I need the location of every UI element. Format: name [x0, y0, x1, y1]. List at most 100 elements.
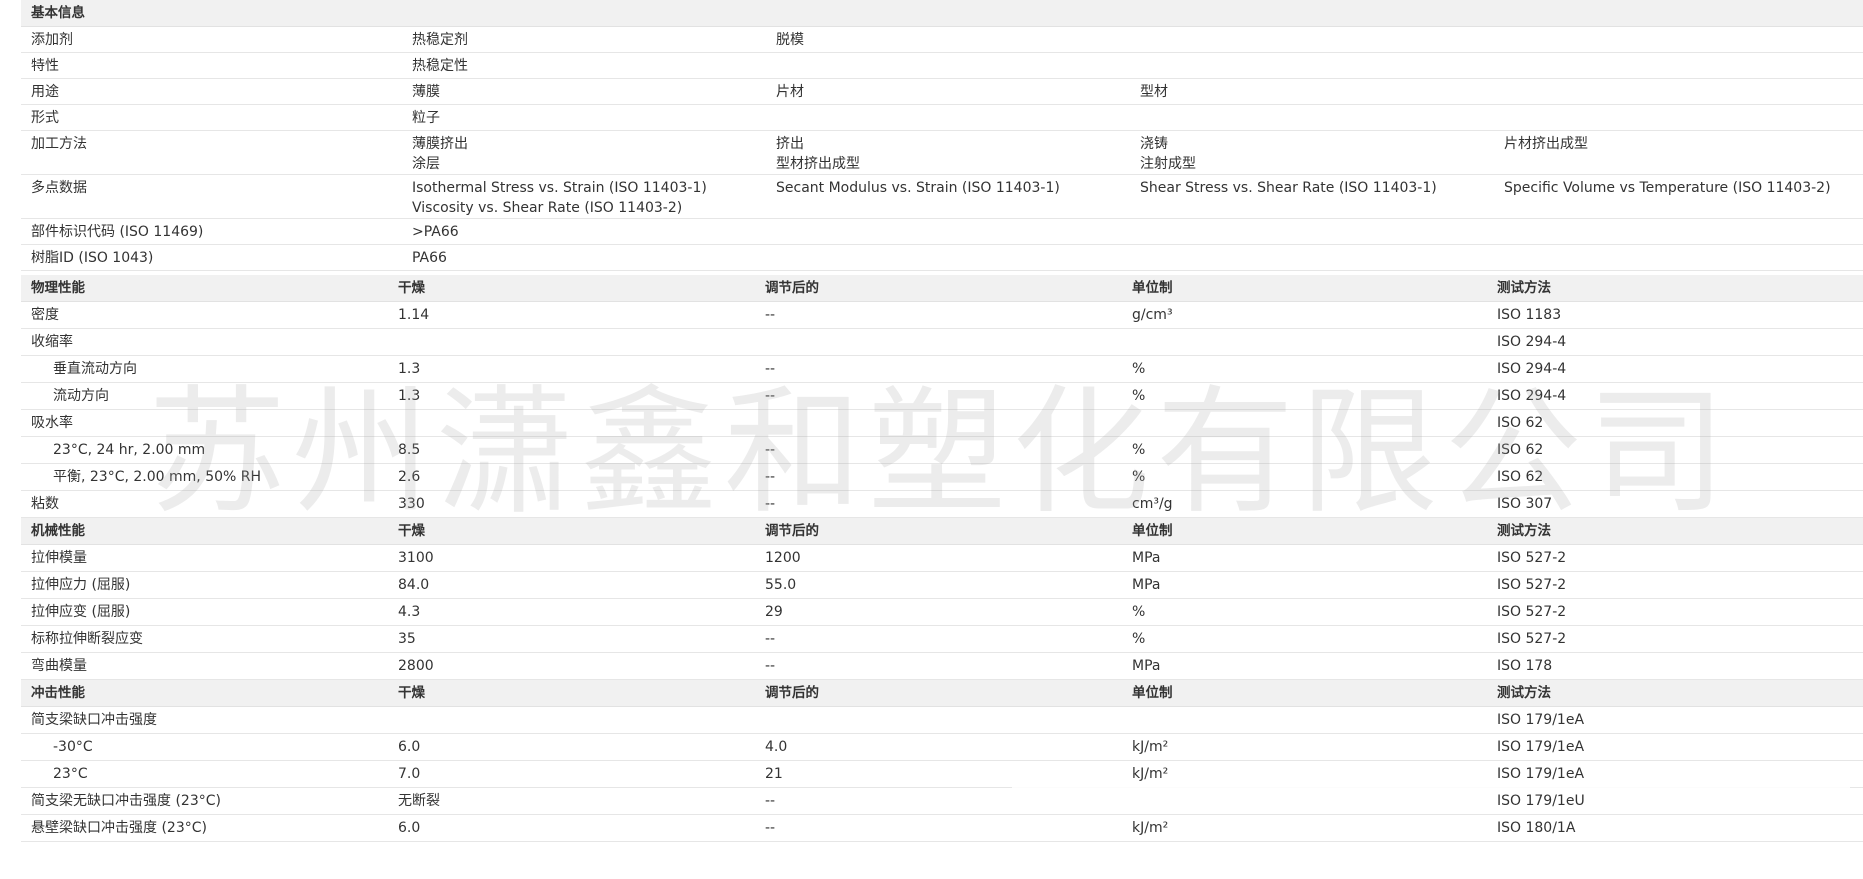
test-method: ISO 179/1eU	[1497, 793, 1585, 809]
mechanical-row: 弯曲模量 2800 -- MPa ISO 178	[21, 653, 1863, 680]
property-name: 流动方向	[53, 388, 109, 404]
dry-value: 8.5	[398, 442, 421, 458]
basic-info-value: 脱模	[766, 30, 1130, 50]
impact-unit-header: 单位制	[1132, 685, 1173, 701]
conditioned-value: --	[765, 793, 776, 809]
mechanical-method-header: 测试方法	[1497, 523, 1551, 539]
physical-row: 平衡, 23°C, 2.00 mm, 50% RH 2.6 --% ISO 62	[21, 464, 1863, 491]
test-method: ISO 527-2	[1497, 604, 1567, 620]
physical-dry-header: 干燥	[398, 280, 425, 296]
impact-section: 冲击性能 干燥 调节后的 单位制 测试方法 简支梁缺口冲击强度 ISO 179/1…	[21, 680, 1863, 842]
conditioned-value: --	[765, 361, 776, 377]
physical-row: 流动方向 1.3 --% ISO 294-4	[21, 383, 1863, 410]
physical-header: 物理性能 干燥 调节后的 单位制 测试方法	[21, 275, 1863, 302]
mechanical-title: 机械性能	[31, 523, 85, 539]
unit-value: %	[1132, 388, 1146, 404]
test-method: ISO 527-2	[1497, 631, 1567, 647]
unit-value: g/cm³	[1132, 307, 1173, 323]
conditioned-value: --	[765, 658, 776, 674]
test-method: ISO 294-4	[1497, 361, 1567, 377]
test-method: ISO 1183	[1497, 307, 1562, 323]
basic-info-label: 形式	[31, 110, 59, 126]
impact-header: 冲击性能 干燥 调节后的 单位制 测试方法	[21, 680, 1863, 707]
conditioned-value: --	[765, 631, 776, 647]
basic-info-value-line: 薄膜挤出	[412, 136, 468, 152]
basic-info-value-line: 脱模	[776, 32, 804, 48]
unit-value: kJ/m²	[1132, 820, 1169, 836]
basic-info-value: 薄膜挤出 涂层	[402, 134, 766, 174]
test-method: ISO 307	[1497, 496, 1553, 512]
basic-info-title: 基本信息	[31, 5, 85, 21]
dry-value: 84.0	[398, 577, 430, 593]
basic-info-row: 形式 粒子	[21, 105, 1863, 131]
basic-info-value-line: 浇铸	[1140, 136, 1168, 152]
dry-value: 2800	[398, 658, 434, 674]
basic-info-value-line: 型材	[1140, 84, 1168, 100]
basic-info-value: 热稳定剂	[402, 30, 766, 50]
basic-info-label: 树脂ID (ISO 1043)	[31, 250, 154, 266]
dry-value: 1.3	[398, 388, 421, 404]
mechanical-section: 机械性能 干燥 调节后的 单位制 测试方法 拉伸模量 3100 1200 MPa ISO…	[21, 518, 1863, 680]
dry-value: 4.3	[398, 604, 421, 620]
unit-value: kJ/m²	[1132, 766, 1169, 782]
basic-info-value: Shear Stress vs. Shear Rate (ISO 11403-1…	[1130, 178, 1494, 198]
mechanical-cond-header: 调节后的	[765, 523, 819, 539]
basic-info-value-line: >PA66	[412, 224, 459, 240]
property-name: 标称拉伸断裂应变	[31, 631, 143, 647]
property-name: 垂直流动方向	[53, 361, 137, 377]
unit-value: MPa	[1132, 658, 1161, 674]
basic-info-row: 树脂ID (ISO 1043) PA66	[21, 245, 1863, 271]
basic-info-value-line: Viscosity vs. Shear Rate (ISO 11403-2)	[412, 200, 683, 216]
unit-value: kJ/m²	[1132, 739, 1169, 755]
basic-info-value-line: 挤出	[776, 136, 804, 152]
basic-info-header: 基本信息	[21, 0, 1863, 27]
impact-method-header: 测试方法	[1497, 685, 1551, 701]
conditioned-value: 29	[765, 604, 783, 620]
property-name: 23°C, 24 hr, 2.00 mm	[53, 442, 206, 458]
basic-info-row: 特性 热稳定性	[21, 53, 1863, 79]
property-name: 密度	[31, 307, 59, 323]
basic-info-value-line: 热稳定性	[412, 58, 468, 74]
basic-info-value-line: 薄膜	[412, 84, 440, 100]
test-method: ISO 62	[1497, 415, 1544, 431]
mechanical-dry-header: 干燥	[398, 523, 425, 539]
property-name: -30°C	[53, 739, 93, 755]
basic-info-row: 加工方法 薄膜挤出 涂层 挤出 型材挤出成型 浇铸 注射成型 片材挤出成型	[21, 131, 1863, 175]
test-method: ISO 179/1eA	[1497, 712, 1585, 728]
basic-info-value-line: PA66	[412, 250, 447, 266]
conditioned-value: 1200	[765, 550, 801, 566]
unit-value: %	[1132, 469, 1146, 485]
property-name: 简支梁缺口冲击强度	[31, 712, 157, 728]
dry-value: 无断裂	[398, 793, 440, 809]
property-name: 吸水率	[31, 415, 73, 431]
image-artifact-stripe	[1012, 786, 1850, 790]
dry-value: 1.3	[398, 361, 421, 377]
property-name: 拉伸模量	[31, 550, 87, 566]
basic-info-row: 部件标识代码 (ISO 11469) >PA66	[21, 219, 1863, 245]
dry-value: 6.0	[398, 820, 421, 836]
basic-info-value: 浇铸 注射成型	[1130, 134, 1494, 174]
basic-info-value-line: 注射成型	[1140, 156, 1196, 172]
unit-value: %	[1132, 361, 1146, 377]
property-name: 拉伸应力 (屈服)	[31, 577, 131, 593]
basic-info-label: 用途	[31, 84, 59, 100]
mechanical-row: 拉伸模量 3100 1200 MPa ISO 527-2	[21, 545, 1863, 572]
basic-info-value: Secant Modulus vs. Strain (ISO 11403-1)	[766, 178, 1130, 198]
unit-value: %	[1132, 442, 1146, 458]
basic-info-value-line: 热稳定剂	[412, 32, 468, 48]
impact-title: 冲击性能	[31, 685, 85, 701]
basic-info-value-line: 涂层	[412, 156, 440, 172]
basic-info-value-line: 片材	[776, 84, 804, 100]
basic-info-value: Isothermal Stress vs. Strain (ISO 11403-…	[402, 178, 766, 218]
impact-row: 简支梁缺口冲击强度 ISO 179/1eA	[21, 707, 1863, 734]
physical-row: 垂直流动方向 1.3 --% ISO 294-4	[21, 356, 1863, 383]
basic-info-value: 挤出 型材挤出成型	[766, 134, 1130, 174]
basic-info-value-line: Isothermal Stress vs. Strain (ISO 11403-…	[412, 180, 707, 196]
basic-info-label: 添加剂	[31, 32, 73, 48]
physical-row: 粘数 330 -- cm³/g ISO 307	[21, 491, 1863, 518]
dry-value: 330	[398, 496, 425, 512]
basic-info-value: 粒子	[402, 108, 766, 128]
conditioned-value: --	[765, 469, 776, 485]
image-artifact-stripe	[1012, 810, 1850, 813]
property-name: 简支梁无缺口冲击强度 (23°C)	[31, 793, 221, 809]
